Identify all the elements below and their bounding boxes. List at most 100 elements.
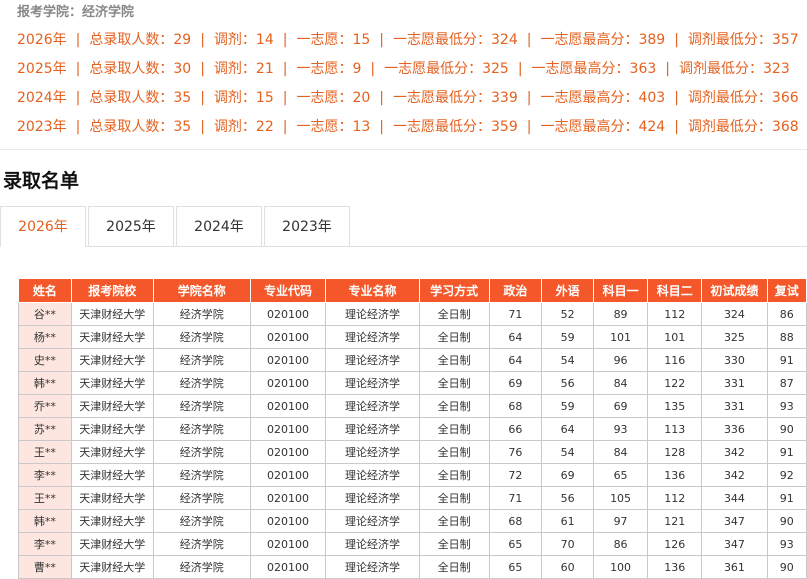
column-header[interactable]: 姓名	[18, 278, 72, 303]
table-cell: 96	[592, 348, 649, 372]
separator: |	[282, 90, 288, 106]
column-header[interactable]: 初试成绩	[701, 278, 768, 303]
table-row: 王** 天津财经大学 经济学院 020100 理论经济学 全日制 76 54 84 128 342 9…	[18, 440, 807, 464]
table-cell: 84	[592, 440, 649, 464]
table-cell: 90	[766, 417, 807, 441]
table-cell: 天津财经大学	[70, 486, 154, 510]
table-cell: 331	[701, 371, 768, 395]
column-header[interactable]: 复试	[766, 278, 807, 303]
stat-year: 2024年	[17, 90, 67, 106]
table-cell: 经济学院	[152, 325, 251, 349]
column-header[interactable]: 学习方式	[418, 278, 490, 303]
stat-adjust: 调剂：15	[213, 90, 274, 106]
table-cell: 100	[592, 555, 649, 579]
table-cell: 68	[488, 394, 543, 418]
stat-adjust-min: 调剂最低分：368	[687, 119, 799, 135]
column-header[interactable]: 政治	[488, 278, 543, 303]
table-cell: 全日制	[418, 440, 490, 464]
table-cell: 71	[488, 302, 543, 326]
stat-line: 2024年 | 总录取人数：35 | 调剂：15 | 一志愿：20 | 一志愿最低分：339 | 一…	[17, 87, 799, 107]
section-title: 录取名单	[3, 170, 80, 192]
table-cell: 020100	[249, 440, 327, 464]
stat-year: 2025年	[17, 61, 67, 77]
table-cell: 59	[541, 325, 594, 349]
table-cell: 112	[647, 486, 703, 510]
stat-first-max: 一志愿最高分：363	[531, 61, 657, 77]
column-header[interactable]: 专业名称	[325, 278, 420, 303]
table-cell: 136	[647, 463, 703, 487]
table-cell: 69	[488, 371, 543, 395]
table-cell: 112	[647, 302, 703, 326]
table-cell: 90	[766, 509, 807, 533]
table-cell: 88	[766, 325, 807, 349]
tab-year[interactable]: 2023年	[264, 206, 350, 246]
table-cell: 理论经济学	[325, 509, 420, 533]
table-cell: 54	[541, 440, 594, 464]
table-cell: 020100	[249, 394, 327, 418]
table-cell: 90	[766, 555, 807, 579]
table-cell: 全日制	[418, 371, 490, 395]
table-cell: 全日制	[418, 486, 490, 510]
table-cell: 李**	[18, 532, 72, 556]
table-cell: 56	[541, 371, 594, 395]
table-cell: 天津财经大学	[70, 555, 154, 579]
table-cell: 史**	[18, 348, 72, 372]
table-header-row: 姓名 报考院校 学院名称 专业代码 专业名称 学习方式 政治 外语 科目一 科目二 初试成绩 复试	[18, 278, 807, 303]
separator: |	[379, 32, 384, 48]
tab-year[interactable]: 2025年	[88, 206, 174, 246]
table-cell: 116	[647, 348, 703, 372]
table-cell: 全日制	[418, 325, 490, 349]
table-cell: 86	[766, 302, 807, 326]
table-cell: 全日制	[418, 394, 490, 418]
table-cell: 101	[647, 325, 703, 349]
table-cell: 李**	[18, 463, 72, 487]
table-cell: 126	[647, 532, 703, 556]
table-row: 王** 天津财经大学 经济学院 020100 理论经济学 全日制 71 56 105 112 344…	[18, 486, 807, 510]
separator: |	[665, 61, 670, 77]
table-cell: 天津财经大学	[70, 417, 154, 441]
column-header[interactable]: 学院名称	[152, 278, 251, 303]
table-cell: 经济学院	[152, 371, 251, 395]
table-cell: 61	[541, 509, 594, 533]
column-header[interactable]: 报考院校	[70, 278, 154, 303]
table-cell: 理论经济学	[325, 302, 420, 326]
stat-adjust-min: 调剂最低分：357	[687, 32, 799, 48]
table-cell: 经济学院	[152, 486, 251, 510]
table-row: 韩** 天津财经大学 经济学院 020100 理论经济学 全日制 68 61 97 121 347 9…	[18, 509, 807, 533]
tab-year[interactable]: 2026年	[0, 206, 86, 247]
table-cell: 52	[541, 302, 594, 326]
column-header[interactable]: 外语	[541, 278, 594, 303]
table-cell: 韩**	[18, 371, 72, 395]
separator: |	[75, 90, 81, 106]
table-cell: 91	[766, 440, 807, 464]
table-cell: 经济学院	[152, 394, 251, 418]
separator: |	[526, 32, 532, 48]
stat-line: 2026年 | 总录取人数：29 | 调剂：14 | 一志愿：15 | 一志愿最低分：324 | 一…	[17, 29, 799, 49]
table-cell: 64	[488, 325, 543, 349]
table-cell: 59	[541, 394, 594, 418]
table-row: 谷** 天津财经大学 经济学院 020100 理论经济学 全日制 71 52 89 112 324 8…	[18, 302, 807, 326]
column-header[interactable]: 科目一	[592, 278, 649, 303]
table-cell: 361	[701, 555, 768, 579]
table-cell: 乔**	[18, 394, 72, 418]
separator: |	[379, 119, 384, 135]
table-cell: 苏**	[18, 417, 72, 441]
tab-year[interactable]: 2024年	[176, 206, 262, 246]
table-cell: 91	[766, 486, 807, 510]
table-cell: 70	[541, 532, 594, 556]
table-cell: 128	[647, 440, 703, 464]
table-cell: 谷**	[18, 302, 72, 326]
table-cell: 54	[541, 348, 594, 372]
table-cell: 天津财经大学	[70, 509, 154, 533]
table-cell: 020100	[249, 302, 327, 326]
column-header[interactable]: 科目二	[647, 278, 703, 303]
divider	[0, 149, 807, 150]
table-cell: 020100	[249, 371, 327, 395]
year-tabs: 2026年 2025年 2024年 2023年	[0, 206, 807, 247]
table-cell: 69	[541, 463, 594, 487]
column-header[interactable]: 专业代码	[249, 278, 327, 303]
stat-adjust: 调剂：14	[213, 32, 274, 48]
table-cell: 020100	[249, 509, 327, 533]
table-row: 史** 天津财经大学 经济学院 020100 理论经济学 全日制 64 54 96 116 330 9…	[18, 348, 807, 372]
table-cell: 64	[488, 348, 543, 372]
